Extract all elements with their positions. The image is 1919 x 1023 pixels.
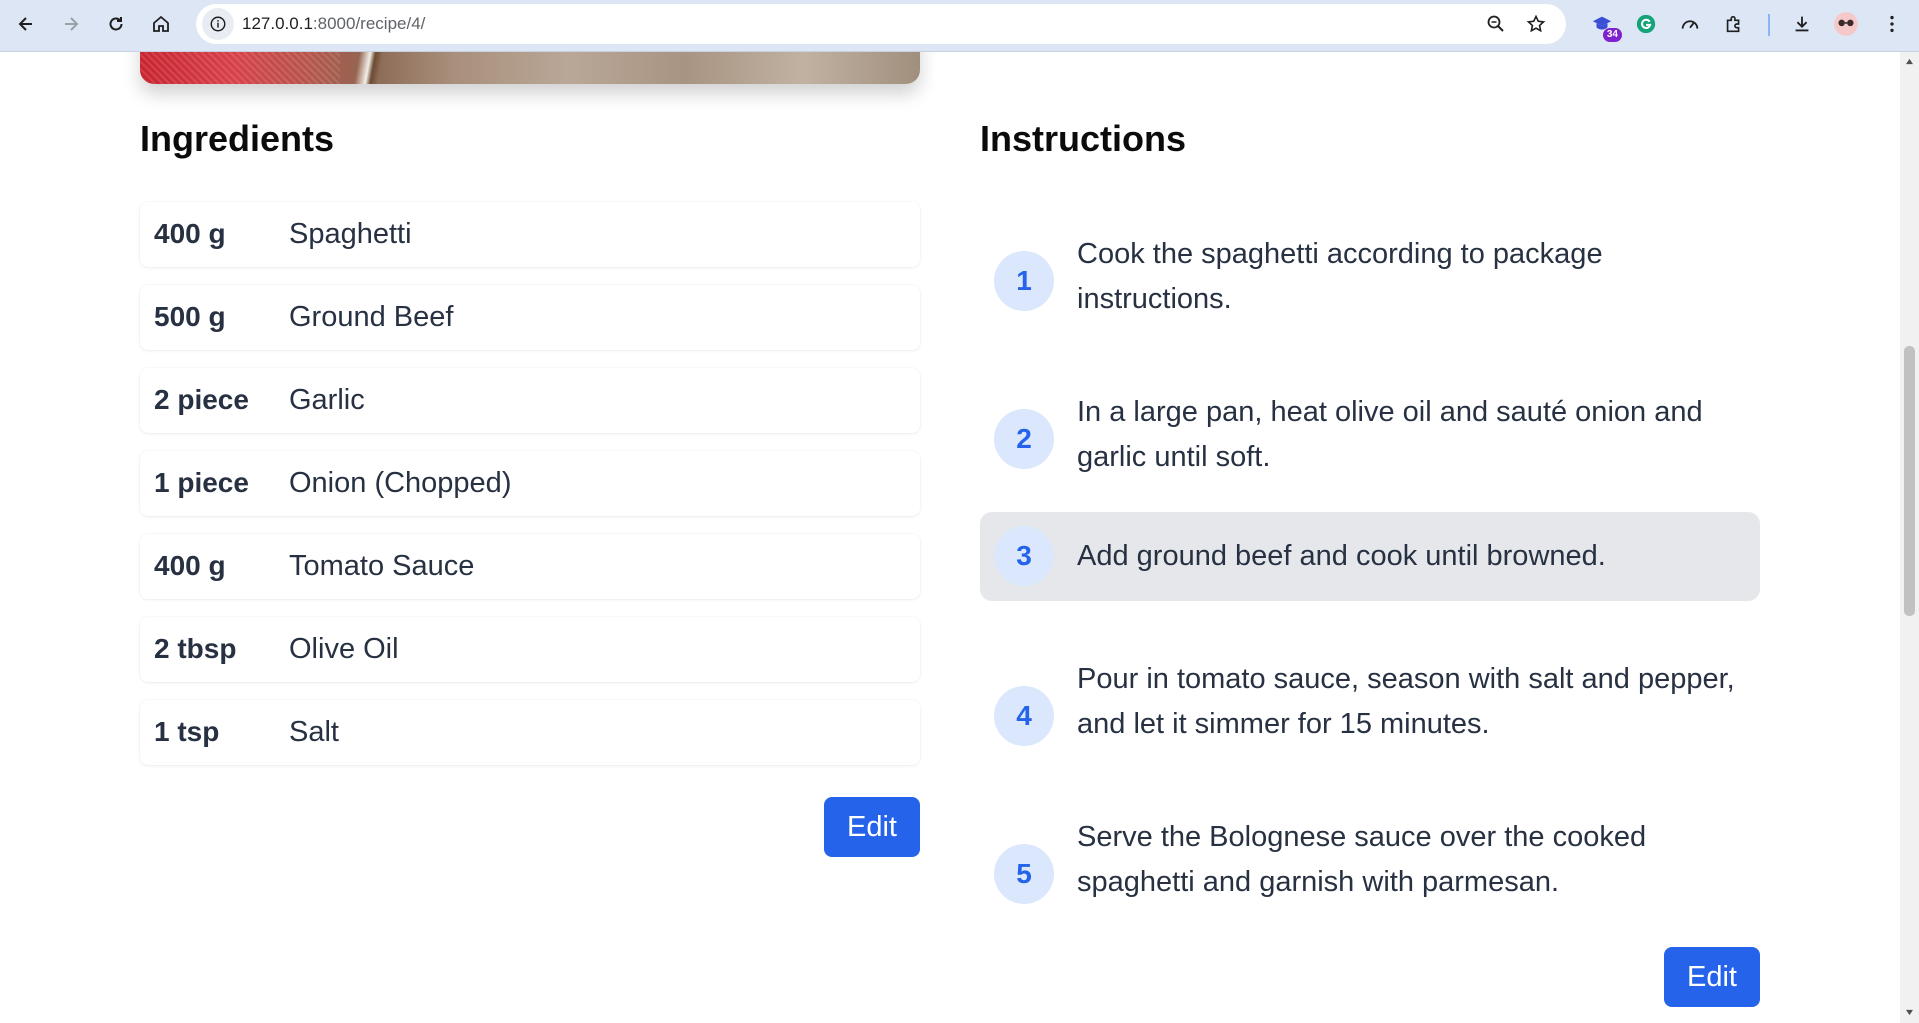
extension-graduation-icon[interactable]: 34 [1586,8,1622,42]
ingredient-row: 2 tbsp Olive Oil [140,617,920,682]
browser-toolbar: 127.0.0.1:8000/recipe/4/ 34 [0,0,1919,52]
scroll-up-arrow-icon[interactable] [1904,56,1915,66]
url-path: :8000/recipe/4/ [312,14,426,33]
ingredient-name: Salt [289,716,339,748]
ingredient-row: 2 piece Garlic [140,368,920,433]
step-number: 4 [994,686,1054,746]
ingredient-quantity: 1 tsp [154,716,220,747]
ingredient-quantity: 2 tbsp [154,633,237,664]
ingredient-row: 1 piece Onion (Chopped) [140,451,920,516]
scroll-down-arrow-icon[interactable] [1904,1007,1915,1017]
recipe-hero-image [140,52,920,84]
ingredient-name: Garlic [289,384,365,416]
ingredient-name: Ground Beef [289,301,454,333]
ingredient-quantity: 500 g [154,301,226,332]
forward-button[interactable] [53,6,89,42]
bookmark-star-icon[interactable] [1524,12,1548,36]
reload-icon [109,17,123,31]
step-number: 1 [994,251,1054,311]
forward-arrow-icon [65,17,79,31]
ingredient-row: 400 g Tomato Sauce [140,534,920,599]
reload-button[interactable] [98,6,134,42]
step-number: 5 [994,844,1054,904]
browser-menu-icon[interactable] [1876,8,1908,40]
ingredients-list: 400 g Spaghetti 500 g Ground Beef 2 piec… [140,202,920,783]
toolbar-divider [1768,14,1770,36]
scrollbar-thumb[interactable] [1904,346,1915,616]
step-text: Cook the spaghetti according to package … [1077,238,1603,315]
back-button[interactable] [8,6,44,42]
grammarly-icon[interactable] [1630,8,1662,40]
ingredients-title: Ingredients [140,118,335,159]
url-text[interactable]: 127.0.0.1:8000/recipe/4/ [242,14,425,34]
instruction-step-active: 3 Add ground beef and cook until browned… [980,512,1760,601]
step-text: In a large pan, heat olive oil and sauté… [1077,396,1703,473]
ingredient-row: 500 g Ground Beef [140,285,920,350]
address-bar[interactable]: 127.0.0.1:8000/recipe/4/ [196,4,1566,44]
ingredient-quantity: 1 piece [154,467,249,498]
step-number: 2 [994,409,1054,469]
instruction-step: 2 In a large pan, heat olive oil and sau… [980,380,1760,500]
ingredient-name: Tomato Sauce [289,550,475,582]
home-icon [153,15,169,32]
page-scrollbar[interactable] [1900,52,1919,1023]
instruction-step: 4 Pour in tomato sauce, season with salt… [980,657,1760,777]
profile-avatar[interactable] [1830,8,1862,40]
ingredient-quantity: 2 piece [154,384,249,415]
info-icon [210,16,226,32]
back-arrow-icon [18,17,32,31]
zoom-icon[interactable] [1484,12,1508,36]
ingredient-name: Spaghetti [289,218,412,250]
step-number: 3 [994,526,1054,586]
ingredient-row: 400 g Spaghetti [140,202,920,267]
ingredient-row: 1 tsp Salt [140,700,920,765]
instructions-title: Instructions [980,118,1187,159]
home-button[interactable] [143,6,179,42]
url-host: 127.0.0.1 [242,14,313,33]
ingredient-name: Onion (Chopped) [289,467,512,499]
site-info-button[interactable] [202,8,234,40]
ingredient-quantity: 400 g [154,550,226,581]
recipe-page: Ingredients Instructions 400 g Spaghetti… [0,52,1900,1023]
edit-ingredients-button[interactable]: Edit [824,797,920,857]
step-text: Serve the Bolognese sauce over the cooke… [1077,821,1647,898]
edit-instructions-button[interactable]: Edit [1664,947,1760,1007]
instruction-step: 1 Cook the spaghetti according to packag… [980,222,1760,342]
speedometer-icon[interactable] [1674,8,1706,40]
step-text: Pour in tomato sauce, season with salt a… [1077,663,1735,740]
step-text: Add ground beef and cook until browned. [1077,540,1606,572]
instruction-step: 5 Serve the Bolognese sauce over the coo… [980,815,1760,935]
extensions-puzzle-icon[interactable] [1718,8,1750,40]
extension-badge: 34 [1602,28,1622,42]
ingredient-name: Olive Oil [289,633,399,665]
downloads-icon[interactable] [1786,8,1818,40]
ingredient-quantity: 400 g [154,218,226,249]
